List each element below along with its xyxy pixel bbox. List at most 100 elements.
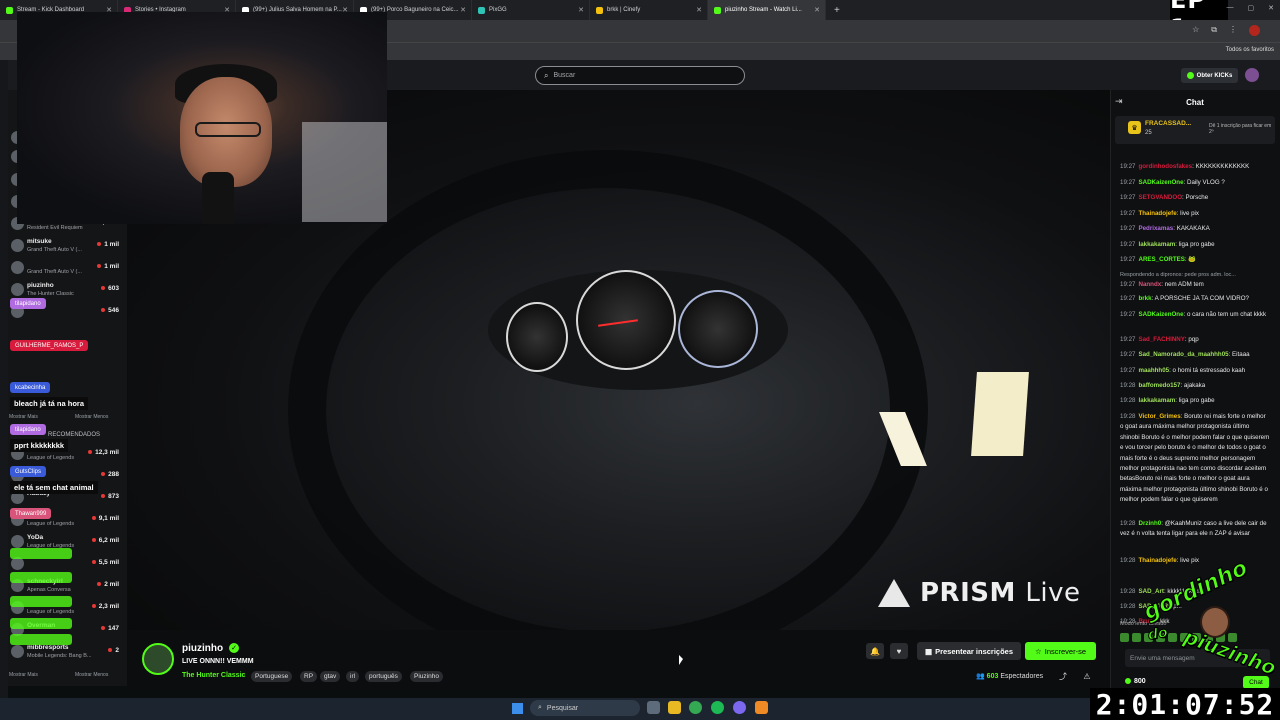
- sidebar-channel[interactable]: Grand Theft Auto V (... 1 mil: [8, 258, 127, 280]
- viewer-count: 6,2 mil: [92, 537, 119, 544]
- chat-message: Respondendo a dipronos: pede pros adm. l…: [1120, 270, 1270, 280]
- streamer-avatar[interactable]: [142, 643, 174, 675]
- gift-subs-button[interactable]: ▦ Presentear inscrições: [917, 642, 1021, 660]
- sidebar-channel[interactable]: mitsuke Grand Theft Auto V (... 1 mil: [8, 236, 127, 258]
- chat-username[interactable]: Nanndx: [1138, 281, 1161, 288]
- profile-icon[interactable]: [1249, 25, 1260, 36]
- heart-icon[interactable]: ♥: [890, 643, 908, 659]
- overlay-chat-username: tilapidano: [10, 424, 46, 435]
- user-avatar[interactable]: [1245, 68, 1259, 82]
- show-less-link[interactable]: Mostrar Menos: [75, 414, 108, 420]
- prism-logo-icon: [878, 579, 910, 607]
- gift-subs-label: Presentear inscrições: [935, 646, 1014, 656]
- discord-icon[interactable]: [733, 701, 746, 714]
- maximize-icon[interactable]: ▢: [1248, 4, 1255, 12]
- chat-username[interactable]: Pedrixamas: [1138, 225, 1173, 232]
- bell-icon[interactable]: 🔔: [866, 643, 884, 659]
- chat-title: Chat: [1186, 97, 1204, 107]
- subscribe-button[interactable]: ☆ Inscrever-se: [1025, 642, 1096, 660]
- browser-tab[interactable]: piuzinho Stream - Watch Li... ✕: [708, 0, 826, 20]
- chat-timestamp: 19:27: [1120, 281, 1136, 288]
- chat-username[interactable]: SETGVANDOO: [1138, 194, 1182, 201]
- tab-favicon-icon: [596, 6, 603, 14]
- minimize-icon[interactable]: —: [1227, 4, 1234, 12]
- chat-username[interactable]: Thainadojefe: [1138, 557, 1176, 564]
- plus-icon[interactable]: +: [834, 5, 840, 16]
- chat-username[interactable]: baffomedo157: [1138, 382, 1180, 389]
- channel-game: League of Legends: [27, 455, 75, 461]
- tab-close-icon[interactable]: ✕: [814, 6, 820, 14]
- chat-username[interactable]: SADKaizenOne: [1138, 179, 1183, 186]
- chat-username[interactable]: maahhh05: [1138, 367, 1169, 374]
- star-icon[interactable]: ☆: [1192, 25, 1199, 36]
- chat-username[interactable]: Sad_Namorado_da_maahhh05: [1138, 351, 1228, 358]
- chat-text: liga pro gabe: [1178, 241, 1215, 248]
- channel-avatar: [11, 239, 24, 252]
- browser-tab[interactable]: brkk | Cinefy ✕: [590, 0, 708, 20]
- chat-username[interactable]: lakkakamam: [1138, 397, 1175, 404]
- viewer-count: 5,5 mil: [92, 559, 119, 566]
- stream-tag[interactable]: irl: [346, 671, 360, 682]
- chrome-icon[interactable]: [689, 701, 702, 714]
- bottom-show-less-link[interactable]: Mostrar Menos: [75, 672, 108, 678]
- subscribe-label: Inscrever-se: [1044, 646, 1086, 656]
- stream-tag[interactable]: Portuguese: [251, 671, 293, 682]
- bottom-show-more-link[interactable]: Mostrar Mais: [9, 672, 38, 678]
- search-input[interactable]: ⌕ Buscar: [535, 66, 745, 85]
- chat-username[interactable]: Sad_FACHINNY: [1138, 336, 1184, 343]
- viewers-label: Espectadores: [1000, 673, 1044, 680]
- tab-close-icon[interactable]: ✕: [696, 6, 702, 14]
- chat-username[interactable]: Drzinh0: [1138, 520, 1161, 527]
- microphone: [202, 172, 234, 224]
- recommended-channel[interactable]: mibbresports Mobile Legends: Bang B... 2: [8, 642, 127, 664]
- chat-timestamp: 19:28: [1120, 520, 1136, 527]
- viewer-count: 1 mil: [97, 241, 119, 248]
- channel-avatar: [11, 261, 24, 274]
- file-explorer-icon[interactable]: [668, 701, 681, 714]
- stream-tag[interactable]: RP: [300, 671, 318, 682]
- chat-message: 19:28 lakkakamam: liga pro gabe: [1120, 397, 1215, 404]
- stream-tag[interactable]: Piuzinho: [410, 671, 443, 682]
- chat-text: Eitaaa: [1232, 351, 1250, 358]
- prism-live-watermark: PRISM Live: [878, 578, 1081, 608]
- menu-icon[interactable]: ⋮: [1229, 25, 1237, 36]
- streamer-glasses: [195, 122, 261, 137]
- chat-text: liga pro gabe: [1178, 397, 1215, 404]
- stream-tag[interactable]: gtav: [320, 671, 341, 682]
- watermark-word: do: [1146, 624, 1169, 644]
- report-icon[interactable]: ⚠: [1078, 668, 1096, 684]
- channel-watermark: gordinho do piuzinho: [1108, 555, 1280, 688]
- taskbar-search[interactable]: ⌕ Pesquisar: [530, 700, 640, 716]
- stream-tag[interactable]: português: [365, 671, 402, 682]
- tab-close-icon[interactable]: ✕: [578, 6, 584, 14]
- chat-timestamp: 19:27: [1120, 241, 1136, 248]
- chat-username[interactable]: Thainadojefe: [1138, 210, 1176, 217]
- vlc-icon[interactable]: [755, 701, 768, 714]
- chat-username[interactable]: brkk: [1138, 295, 1151, 302]
- extension-icon[interactable]: ⧉: [1211, 25, 1217, 36]
- tab-label: PixGG: [489, 7, 507, 13]
- stream-category[interactable]: The Hunter Classic: [182, 672, 245, 679]
- share-icon[interactable]: ⤴: [1054, 668, 1072, 684]
- streamer-name[interactable]: piuzinho: [182, 643, 223, 654]
- tab-close-icon[interactable]: ✕: [460, 6, 466, 14]
- get-kicks-button[interactable]: Obter KICKs: [1181, 68, 1238, 83]
- viewer-count: 603: [101, 285, 119, 292]
- windows-start-icon[interactable]: [512, 703, 523, 714]
- chat-message: 19:27 SADKaizenOne: Daily VLOG ?: [1120, 179, 1225, 186]
- chat-username[interactable]: Victor_Grimes: [1138, 413, 1180, 420]
- chat-username[interactable]: gordinhodosfakes: [1138, 163, 1192, 170]
- show-more-link[interactable]: Mostrar Mais: [9, 414, 38, 420]
- chat-message: 19:27 gordinhodosfakes: KKKKKKKKKKKKK: [1120, 163, 1250, 170]
- browser-tab[interactable]: PixGG ✕: [472, 0, 590, 20]
- close-icon[interactable]: ✕: [1268, 4, 1274, 12]
- task-view-icon[interactable]: [647, 701, 660, 714]
- all-bookmarks-link[interactable]: Todos os favoritos: [1226, 47, 1274, 53]
- spotify-icon[interactable]: [711, 701, 724, 714]
- chat-username[interactable]: ARES_CORTES: [1138, 256, 1184, 263]
- chat-username[interactable]: lakkakamam: [1138, 241, 1175, 248]
- prism-brand: PRISM: [920, 578, 1016, 608]
- chat-username[interactable]: SADKaizenOne: [1138, 311, 1183, 318]
- chat-message: 19:27 SETGVANDOO: Porsche: [1120, 194, 1209, 201]
- gauge-right: [678, 290, 758, 368]
